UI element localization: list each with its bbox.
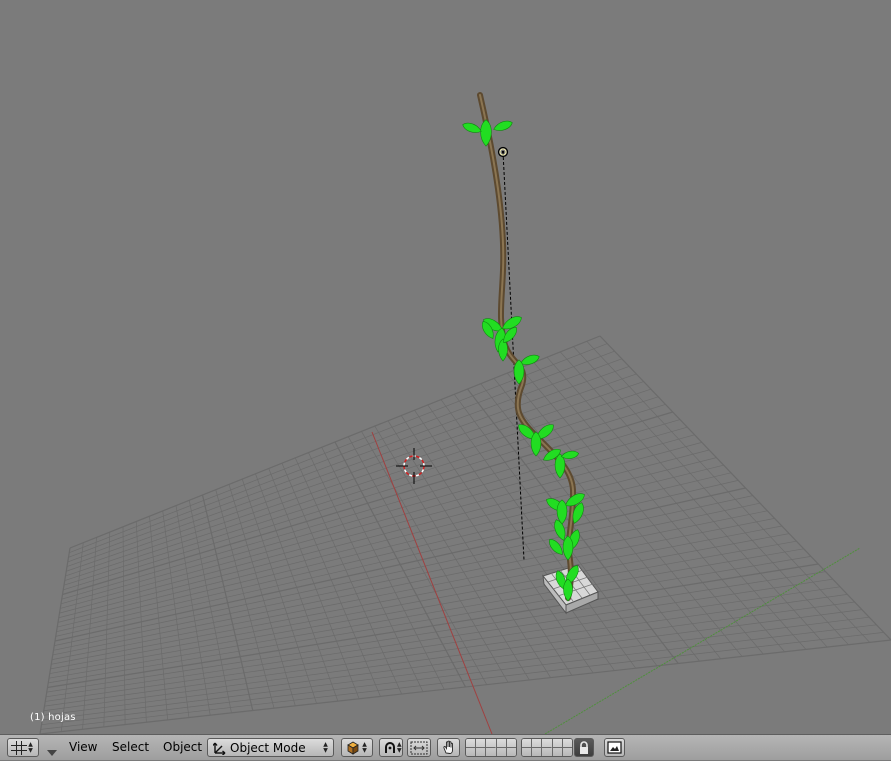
- x-axis-line: [371, 431, 493, 734]
- editor-type-button[interactable]: ▲ ▼: [7, 738, 39, 757]
- triangle-down-icon[interactable]: [46, 742, 58, 761]
- grid-icon: [11, 740, 27, 755]
- layer-button[interactable]: [466, 739, 477, 756]
- mode-select[interactable]: Object Mode ▲ ▼: [207, 738, 334, 757]
- viewport-header: ▲ ▼ View Select Object Object Mode ▲ ▼ ▲ ▼: [0, 734, 891, 760]
- object-mode-icon: [213, 742, 226, 755]
- updown-arrows-icon: ▲ ▼: [323, 740, 328, 754]
- layer-button[interactable]: [486, 739, 497, 756]
- floor-grid: [39, 335, 891, 734]
- leaf: [462, 122, 482, 133]
- updown-arrows-icon: ▲ ▼: [362, 740, 367, 754]
- transform-manipulator-button[interactable]: [407, 738, 431, 757]
- grid-line: [40, 632, 884, 730]
- hand-icon: [442, 740, 453, 754]
- grid-line: [41, 624, 877, 726]
- grid-line: [573, 346, 849, 645]
- grid-line: [586, 341, 870, 643]
- layer-buttons-group-1[interactable]: [465, 738, 517, 757]
- grid-line: [43, 601, 855, 712]
- grid-line: [42, 609, 862, 716]
- transform-manipulator-icon: [410, 741, 428, 754]
- layer-button[interactable]: [542, 739, 553, 756]
- layer-button[interactable]: [532, 739, 543, 756]
- hand-button[interactable]: [437, 738, 460, 757]
- layer-buttons-group-2[interactable]: [521, 738, 573, 757]
- select-menu[interactable]: Select: [112, 740, 149, 754]
- pivot-button[interactable]: ▲ ▼: [379, 738, 403, 757]
- render-image-icon: [607, 741, 622, 754]
- leaf: [493, 120, 513, 131]
- pivot-icon: [385, 741, 395, 753]
- grid-line: [559, 351, 828, 648]
- render-button[interactable]: [604, 738, 625, 757]
- 3d-viewport[interactable]: (1) hojas: [0, 0, 891, 734]
- lock-icon: [580, 740, 588, 754]
- 3d-cursor-icon[interactable]: [396, 448, 432, 484]
- object-info-label: (1) hojas: [30, 712, 76, 723]
- updown-arrows-icon: ▲ ▼: [28, 740, 33, 754]
- object-menu[interactable]: Object: [163, 740, 202, 754]
- layer-button[interactable]: [506, 739, 516, 756]
- grid-line: [599, 335, 891, 641]
- layer-button[interactable]: [522, 739, 533, 756]
- layer-button[interactable]: [552, 739, 563, 756]
- layer-button[interactable]: [562, 739, 572, 756]
- layer-button[interactable]: [476, 739, 487, 756]
- y-axis-line: [544, 547, 861, 734]
- draw-type-button[interactable]: ▲ ▼: [341, 738, 373, 757]
- grid-line: [546, 356, 807, 650]
- object-origin-icon[interactable]: [497, 146, 509, 158]
- layer-lock-button[interactable]: [574, 738, 594, 757]
- layer-button[interactable]: [496, 739, 507, 756]
- mode-select-label: Object Mode: [230, 740, 306, 755]
- updown-arrows-icon: ▲ ▼: [397, 740, 402, 754]
- viewport-canvas[interactable]: [0, 0, 891, 734]
- solid-cube-icon: [347, 741, 359, 755]
- view-menu[interactable]: View: [69, 740, 97, 754]
